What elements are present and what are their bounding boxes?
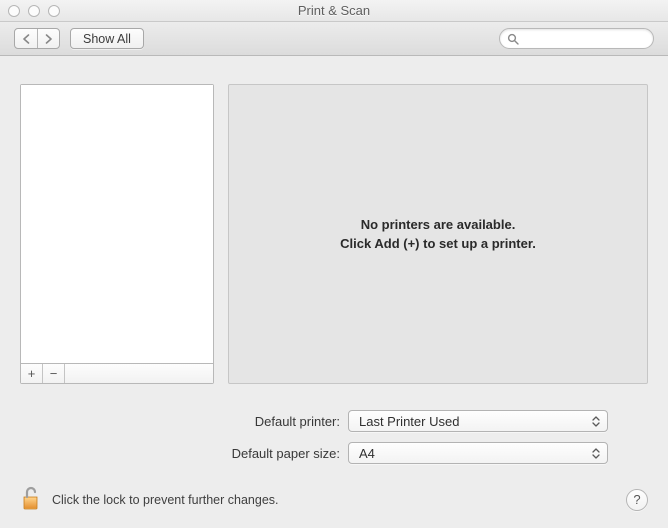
show-all-label: Show All [83, 32, 131, 46]
defaults-section: Default printer: Last Printer Used Defau… [20, 410, 648, 464]
default-paper-row: Default paper size: A4 [20, 442, 648, 464]
search-field[interactable] [499, 28, 654, 49]
help-button[interactable]: ? [626, 489, 648, 511]
nav-back-button[interactable] [15, 29, 37, 48]
search-input[interactable] [499, 28, 654, 49]
default-printer-row: Default printer: Last Printer Used [20, 410, 648, 432]
default-printer-value: Last Printer Used [359, 414, 459, 429]
default-printer-select[interactable]: Last Printer Used [348, 410, 608, 432]
printer-detail-pane: No printers are available. Click Add (+)… [228, 84, 648, 384]
plus-icon: + [28, 367, 36, 380]
sidebar-footer: + − [21, 363, 213, 383]
default-paper-label: Default paper size: [20, 446, 340, 461]
default-paper-value: A4 [359, 446, 375, 461]
printer-list[interactable] [21, 85, 213, 363]
window-titlebar: Print & Scan [0, 0, 668, 22]
help-icon: ? [633, 492, 640, 507]
lock-row: Click the lock to prevent further change… [20, 485, 648, 514]
nav-forward-button[interactable] [37, 29, 59, 48]
nav-back-forward [14, 28, 60, 49]
traffic-lights [8, 5, 60, 17]
remove-printer-button[interactable]: − [43, 364, 65, 383]
panes: + − No printers are available. Click Add… [20, 84, 648, 384]
close-window-button[interactable] [8, 5, 20, 17]
zoom-window-button[interactable] [48, 5, 60, 17]
toolbar: Show All [0, 22, 668, 56]
printer-sidebar: + − [20, 84, 214, 384]
chevron-left-icon [22, 34, 30, 44]
no-printers-line2: Click Add (+) to set up a printer. [340, 236, 536, 251]
lock-help-text: Click the lock to prevent further change… [52, 493, 279, 507]
lock-open-icon[interactable] [20, 485, 42, 514]
chevron-right-icon [45, 34, 53, 44]
window-title: Print & Scan [0, 3, 668, 18]
default-printer-label: Default printer: [20, 414, 340, 429]
no-printers-line1: No printers are available. [361, 217, 516, 232]
minimize-window-button[interactable] [28, 5, 40, 17]
minus-icon: − [50, 367, 58, 380]
content-area: + − No printers are available. Click Add… [0, 56, 668, 528]
add-printer-button[interactable]: + [21, 364, 43, 383]
show-all-button[interactable]: Show All [70, 28, 144, 49]
default-paper-select[interactable]: A4 [348, 442, 608, 464]
search-icon [507, 33, 519, 45]
